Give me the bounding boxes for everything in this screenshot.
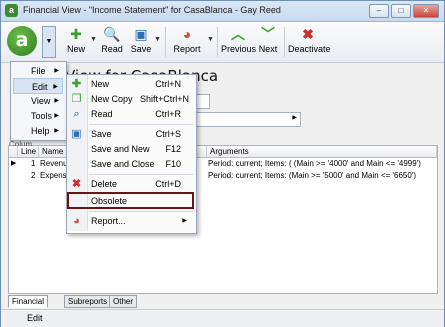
- title-bar: a Financial View - "Income Statement" fo…: [1, 1, 444, 22]
- obsolete-highlight-box: [67, 192, 194, 209]
- column-header-line[interactable]: Line: [18, 146, 39, 158]
- menu-separator: [89, 211, 193, 212]
- magnifier-icon: ⌕: [73, 108, 80, 120]
- menu-item-report[interactable]: ◕ Report... ▶: [69, 214, 193, 229]
- app-menu-button[interactable]: a: [7, 26, 37, 56]
- app-icon: a: [5, 4, 18, 17]
- menu-item-save-and-close[interactable]: Save and Close F10: [69, 157, 193, 172]
- submenu-arrow-icon: ▶: [54, 98, 59, 104]
- menu-item-new[interactable]: ✚ New Ctrl+N: [69, 77, 193, 92]
- new-document-icon: ✚: [70, 26, 82, 42]
- application-window: a Financial View - "Income Statement" fo…: [0, 0, 445, 327]
- menu-item-tools[interactable]: Tools ▶: [13, 108, 63, 124]
- submenu-arrow-icon: ▶: [182, 218, 187, 224]
- new-dropdown-icon[interactable]: ▼: [90, 36, 97, 43]
- deactivate-button[interactable]: ✖ Deactivate: [288, 25, 331, 59]
- chevron-up-icon: ︿: [231, 26, 245, 42]
- toolbar: a ▼ ✚ New ▼ 🔍 Read ▣ Save ▼ ◕ Report ▼ ︿…: [1, 22, 444, 63]
- toolbar-separator: [165, 27, 166, 57]
- row-header-corner: [9, 146, 18, 158]
- menu-item-read[interactable]: ⌕ Read Ctrl+R: [69, 107, 193, 122]
- next-button[interactable]: ﹀ Next: [257, 25, 279, 59]
- toolbar-separator: [217, 27, 218, 57]
- copy-document-icon: ❐: [71, 93, 82, 105]
- chevron-right-icon: ▶: [292, 115, 297, 121]
- submenu-arrow-icon: ▶: [54, 68, 59, 74]
- toolbar-separator: [284, 27, 285, 57]
- menu-item-file[interactable]: File ▶: [13, 63, 63, 79]
- dropdown-field[interactable]: ▶: [195, 112, 301, 127]
- read-magnifier-icon: 🔍: [103, 26, 121, 42]
- main-menu: File ▶ Edit ▶ View ▶ Tools ▶ Help ▶: [10, 61, 67, 141]
- chevron-down-icon: ﹀: [261, 26, 275, 42]
- status-bar: Edit: [1, 309, 444, 327]
- menu-item-save-and-new[interactable]: Save and New F12: [69, 142, 193, 157]
- save-disk-icon: ▣: [71, 128, 82, 140]
- deactivate-x-icon: ✖: [302, 26, 314, 42]
- menu-item-save[interactable]: ▣ Save Ctrl+S: [69, 127, 193, 142]
- menu-separator: [89, 174, 193, 175]
- report-button[interactable]: ◕ Report: [171, 25, 203, 59]
- save-dropdown-icon[interactable]: ▼: [154, 36, 161, 43]
- report-pie-icon: ◕: [73, 215, 80, 227]
- save-disk-icon: ▣: [134, 26, 148, 42]
- plus-icon: ✚: [71, 78, 82, 90]
- new-button[interactable]: ✚ New: [63, 25, 89, 59]
- text-field[interactable]: [195, 94, 210, 109]
- report-pie-icon: ◕: [182, 26, 192, 42]
- tab-subreports[interactable]: Subreports: [64, 295, 112, 308]
- app-menu-dropdown-icon[interactable]: ▼: [42, 26, 56, 58]
- submenu-arrow-icon: ▶: [54, 128, 59, 134]
- status-mode: Edit: [27, 313, 43, 323]
- close-button[interactable]: ✕: [413, 4, 439, 18]
- edit-submenu: ✚ New Ctrl+N ❐ New Copy Shift+Ctrl+N ⌕ R…: [66, 74, 197, 234]
- report-dropdown-icon[interactable]: ▼: [207, 36, 214, 43]
- tab-financial-view[interactable]: Financial View: [8, 295, 49, 317]
- window-title: Financial View - "Income Statement" for …: [23, 5, 281, 15]
- previous-button[interactable]: ︿ Previous: [221, 25, 256, 59]
- read-button[interactable]: 🔍 Read: [99, 25, 125, 59]
- menu-separator: [89, 124, 193, 125]
- minimize-button[interactable]: –: [369, 4, 389, 18]
- menu-item-help[interactable]: Help ▶: [13, 123, 63, 139]
- menu-item-view[interactable]: View ▶: [13, 93, 63, 109]
- column-header-arguments[interactable]: Arguments: [207, 146, 437, 158]
- tab-other[interactable]: Other: [109, 295, 138, 308]
- save-button[interactable]: ▣ Save: [129, 25, 153, 59]
- menu-item-edit[interactable]: Edit ▶: [13, 78, 63, 94]
- maximize-button[interactable]: □: [391, 4, 411, 18]
- delete-x-icon: ✖: [71, 178, 82, 190]
- menu-item-delete[interactable]: ✖ Delete Ctrl+D: [69, 177, 193, 192]
- menu-item-new-copy[interactable]: ❐ New Copy Shift+Ctrl+N: [69, 92, 193, 107]
- current-row-indicator-icon: ▶: [11, 160, 17, 167]
- submenu-arrow-icon: ▶: [54, 113, 59, 119]
